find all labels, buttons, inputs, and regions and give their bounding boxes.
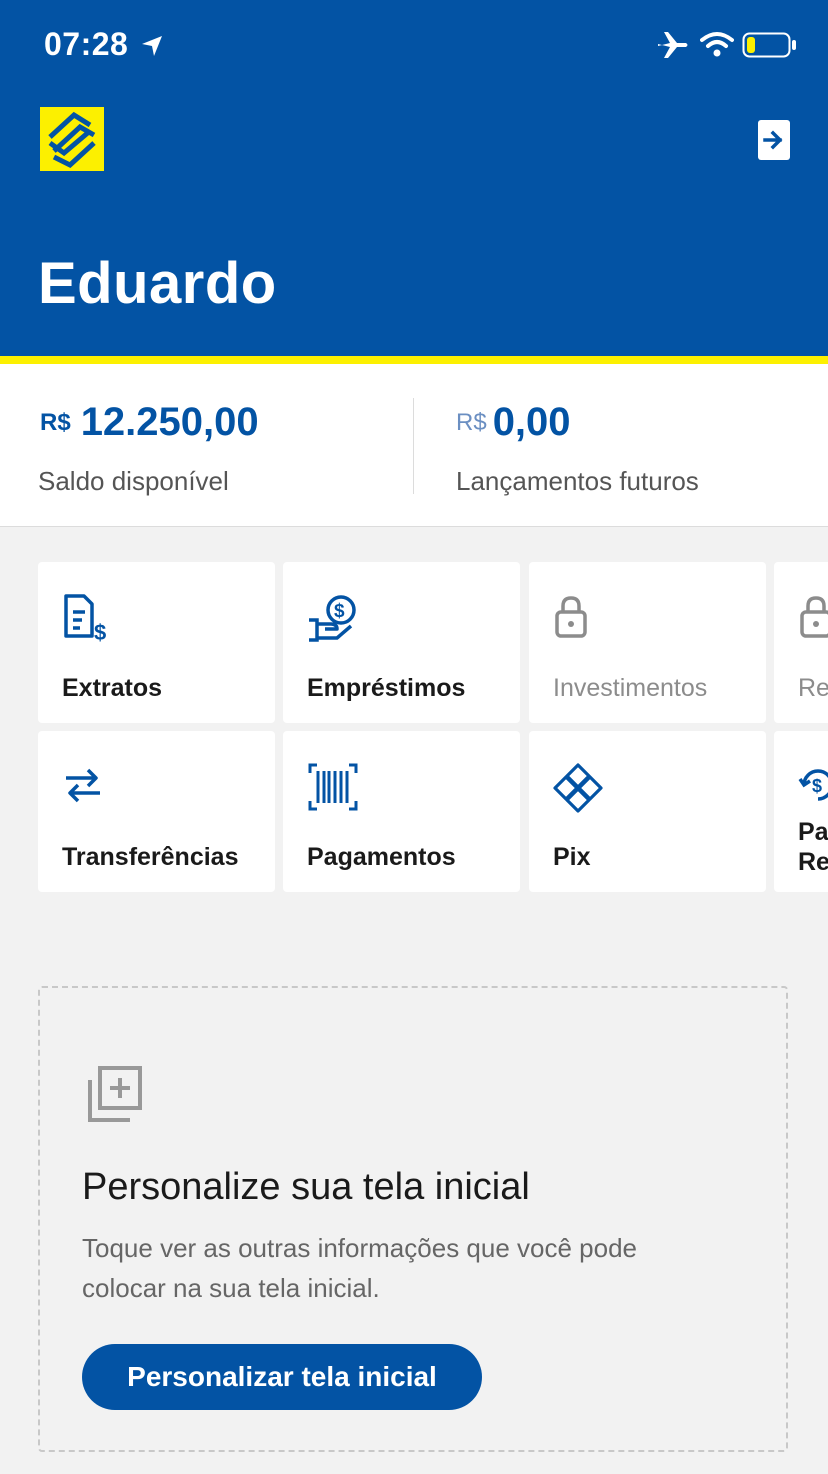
svg-text:$: $ [334,601,345,622]
lock-icon [800,596,828,638]
tile-extratos[interactable]: $ Extratos [38,562,275,723]
tile-label: Extratos [62,674,163,702]
location-arrow-icon [142,36,162,56]
statement-icon: $ [64,594,106,644]
tile-pagamentos[interactable]: Pagamentos [283,731,520,892]
logout-button[interactable] [758,120,790,160]
tile-label: Pa Re [798,818,828,876]
tile-pix[interactable]: Pix [529,731,766,892]
wifi-icon [700,32,734,57]
customize-home-button[interactable]: Personalizar tela inicial [82,1344,482,1410]
loan-icon: $ [309,595,356,642]
future-entries-label: Lançamentos futuros [456,466,699,496]
customize-description: Toque ver as outras informações que você… [82,1233,638,1303]
tile-transferencias[interactable]: Transferências [38,731,275,892]
recurring-payment-icon: $ [798,769,828,801]
transfer-arrows-icon [66,768,100,803]
battery-icon [742,32,796,58]
tile-label: Pix [553,843,591,871]
tile-partial-payment[interactable]: $ Pa Re [774,731,828,892]
balance-value: 12.250,00 [80,400,259,444]
app-header: 07:28 Eduardo [0,0,828,356]
barcode-icon [308,763,358,811]
balance-label: Saldo disponível [38,466,229,496]
currency-symbol: R$ [456,408,487,436]
svg-text:$: $ [94,620,106,644]
header-accent-bar [0,356,828,364]
logout-arrow-icon [763,130,783,150]
tile-label: Re [798,674,828,702]
divider [413,398,414,494]
customize-title: Personalize sua tela inicial [82,1166,530,1208]
tile-investimentos[interactable]: Investimentos [529,562,766,723]
airplane-mode-icon [658,32,688,58]
tile-label: Investimentos [553,674,708,702]
currency-symbol: R$ [40,408,71,436]
balance-value: 0,00 [492,400,571,444]
add-widget-icon [88,1066,142,1122]
future-entries[interactable]: R$ 0,00 [456,400,571,445]
tile-emprestimos[interactable]: $ Empréstimos [283,562,520,723]
tile-label: Pagamentos [307,843,456,871]
balance-summary: R$ 12.250,00 Saldo disponível R$ 0,00 Lanç… [0,364,828,527]
svg-text:$: $ [812,776,822,796]
lock-icon [555,596,587,638]
tile-partial-locked[interactable]: Re [774,562,828,723]
pix-icon [553,763,603,813]
tile-label: Empréstimos [307,674,466,702]
available-balance[interactable]: R$ 12.250,00 [40,400,259,445]
customize-home-panel: Personalize sua tela inicial Toque ver a… [38,986,788,1452]
user-name: Eduardo [38,251,277,316]
status-time: 07:28 [44,26,129,62]
bank-logo-icon [40,107,104,171]
tile-label: Transferências [62,843,239,871]
